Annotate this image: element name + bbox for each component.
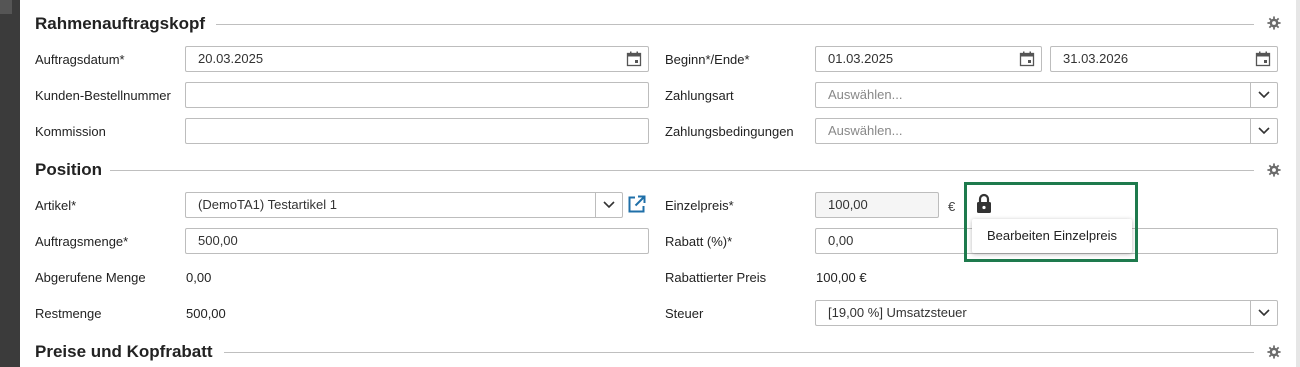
payment-terms-select[interactable]: Auswählen... [815,118,1278,144]
unit-price-value: 100,00 [828,197,868,212]
currency-symbol: € [948,199,956,214]
discount-label: Rabatt (%)* [665,234,733,249]
order-qty-label: Auftragsmenge* [35,234,129,249]
calendar-icon[interactable] [626,51,642,67]
tax-value: [19,00 %] Umsatzsteuer [828,305,967,320]
payment-method-select[interactable]: Auswählen... [815,82,1278,108]
unit-price-field[interactable]: 100,00 [815,192,939,218]
end-date-value: 31.03.2026 [1063,51,1129,66]
discount-value: 0,00 [828,233,854,248]
tax-label: Steuer [665,306,704,321]
order-date-field[interactable]: 20.03.2025 [185,46,649,72]
called-qty-label: Abgerufene Menge [35,270,146,285]
highlight-box [964,182,1138,262]
section-title-header: Rahmenauftragskopf [35,14,206,33]
section-title-position: Position [35,160,103,179]
gear-icon[interactable] [1267,163,1281,177]
order-date-label: Auftragsdatum* [35,52,125,67]
end-date-field[interactable]: 31.03.2026 [1050,46,1278,72]
order-date-value: 20.03.2025 [198,51,264,66]
tax-select[interactable]: [19,00 %] Umsatzsteuer [815,300,1278,326]
customer-order-no-label: Kunden-Bestellnummer [35,88,171,103]
select-toggle[interactable] [1250,83,1277,107]
calendar-icon[interactable] [1255,51,1271,67]
payment-method-label: Zahlungsart [665,88,734,103]
left-rail-tab[interactable] [0,0,12,14]
discounted-price-label: Rabattierter Preis [665,270,767,285]
gear-icon[interactable] [1267,345,1281,359]
select-toggle[interactable] [1250,301,1277,325]
payment-terms-label: Zahlungsbedingungen [665,124,794,139]
gear-icon[interactable] [1267,16,1281,30]
select-toggle[interactable] [595,193,622,217]
customer-order-no-field[interactable] [185,82,649,108]
payment-method-placeholder: Auswählen... [828,87,903,102]
select-toggle[interactable] [1250,119,1277,143]
section-divider [216,24,1254,25]
scrollbar[interactable] [1296,0,1300,367]
article-label: Artikel* [35,198,77,213]
discounted-price-value: 100,00 € [816,270,867,285]
unit-price-label: Einzelpreis* [665,198,734,213]
start-end-label: Beginn*/Ende* [665,52,750,67]
commission-field[interactable] [185,118,649,144]
article-value: (DemoTA1) Testartikel 1 [198,197,337,212]
called-qty-value: 0,00 [186,270,212,285]
remaining-qty-label: Restmenge [35,306,102,321]
left-rail [0,0,20,367]
start-date-value: 01.03.2025 [828,51,894,66]
external-link-icon[interactable] [627,195,646,214]
remaining-qty-value: 500,00 [186,306,226,321]
chevron-down-icon [1258,309,1270,317]
section-divider [110,170,1254,171]
payment-terms-placeholder: Auswählen... [828,123,903,138]
order-qty-field[interactable]: 500,00 [185,228,649,254]
section-title-prices: Preise und Kopfrabatt [35,342,213,361]
section-divider [224,352,1254,353]
chevron-down-icon [1258,91,1270,99]
article-select[interactable]: (DemoTA1) Testartikel 1 [185,192,623,218]
chevron-down-icon [1258,127,1270,135]
commission-label: Kommission [35,124,106,139]
start-date-field[interactable]: 01.03.2025 [815,46,1042,72]
calendar-icon[interactable] [1019,51,1035,67]
order-qty-value: 500,00 [198,233,238,248]
chevron-down-icon [603,201,615,209]
